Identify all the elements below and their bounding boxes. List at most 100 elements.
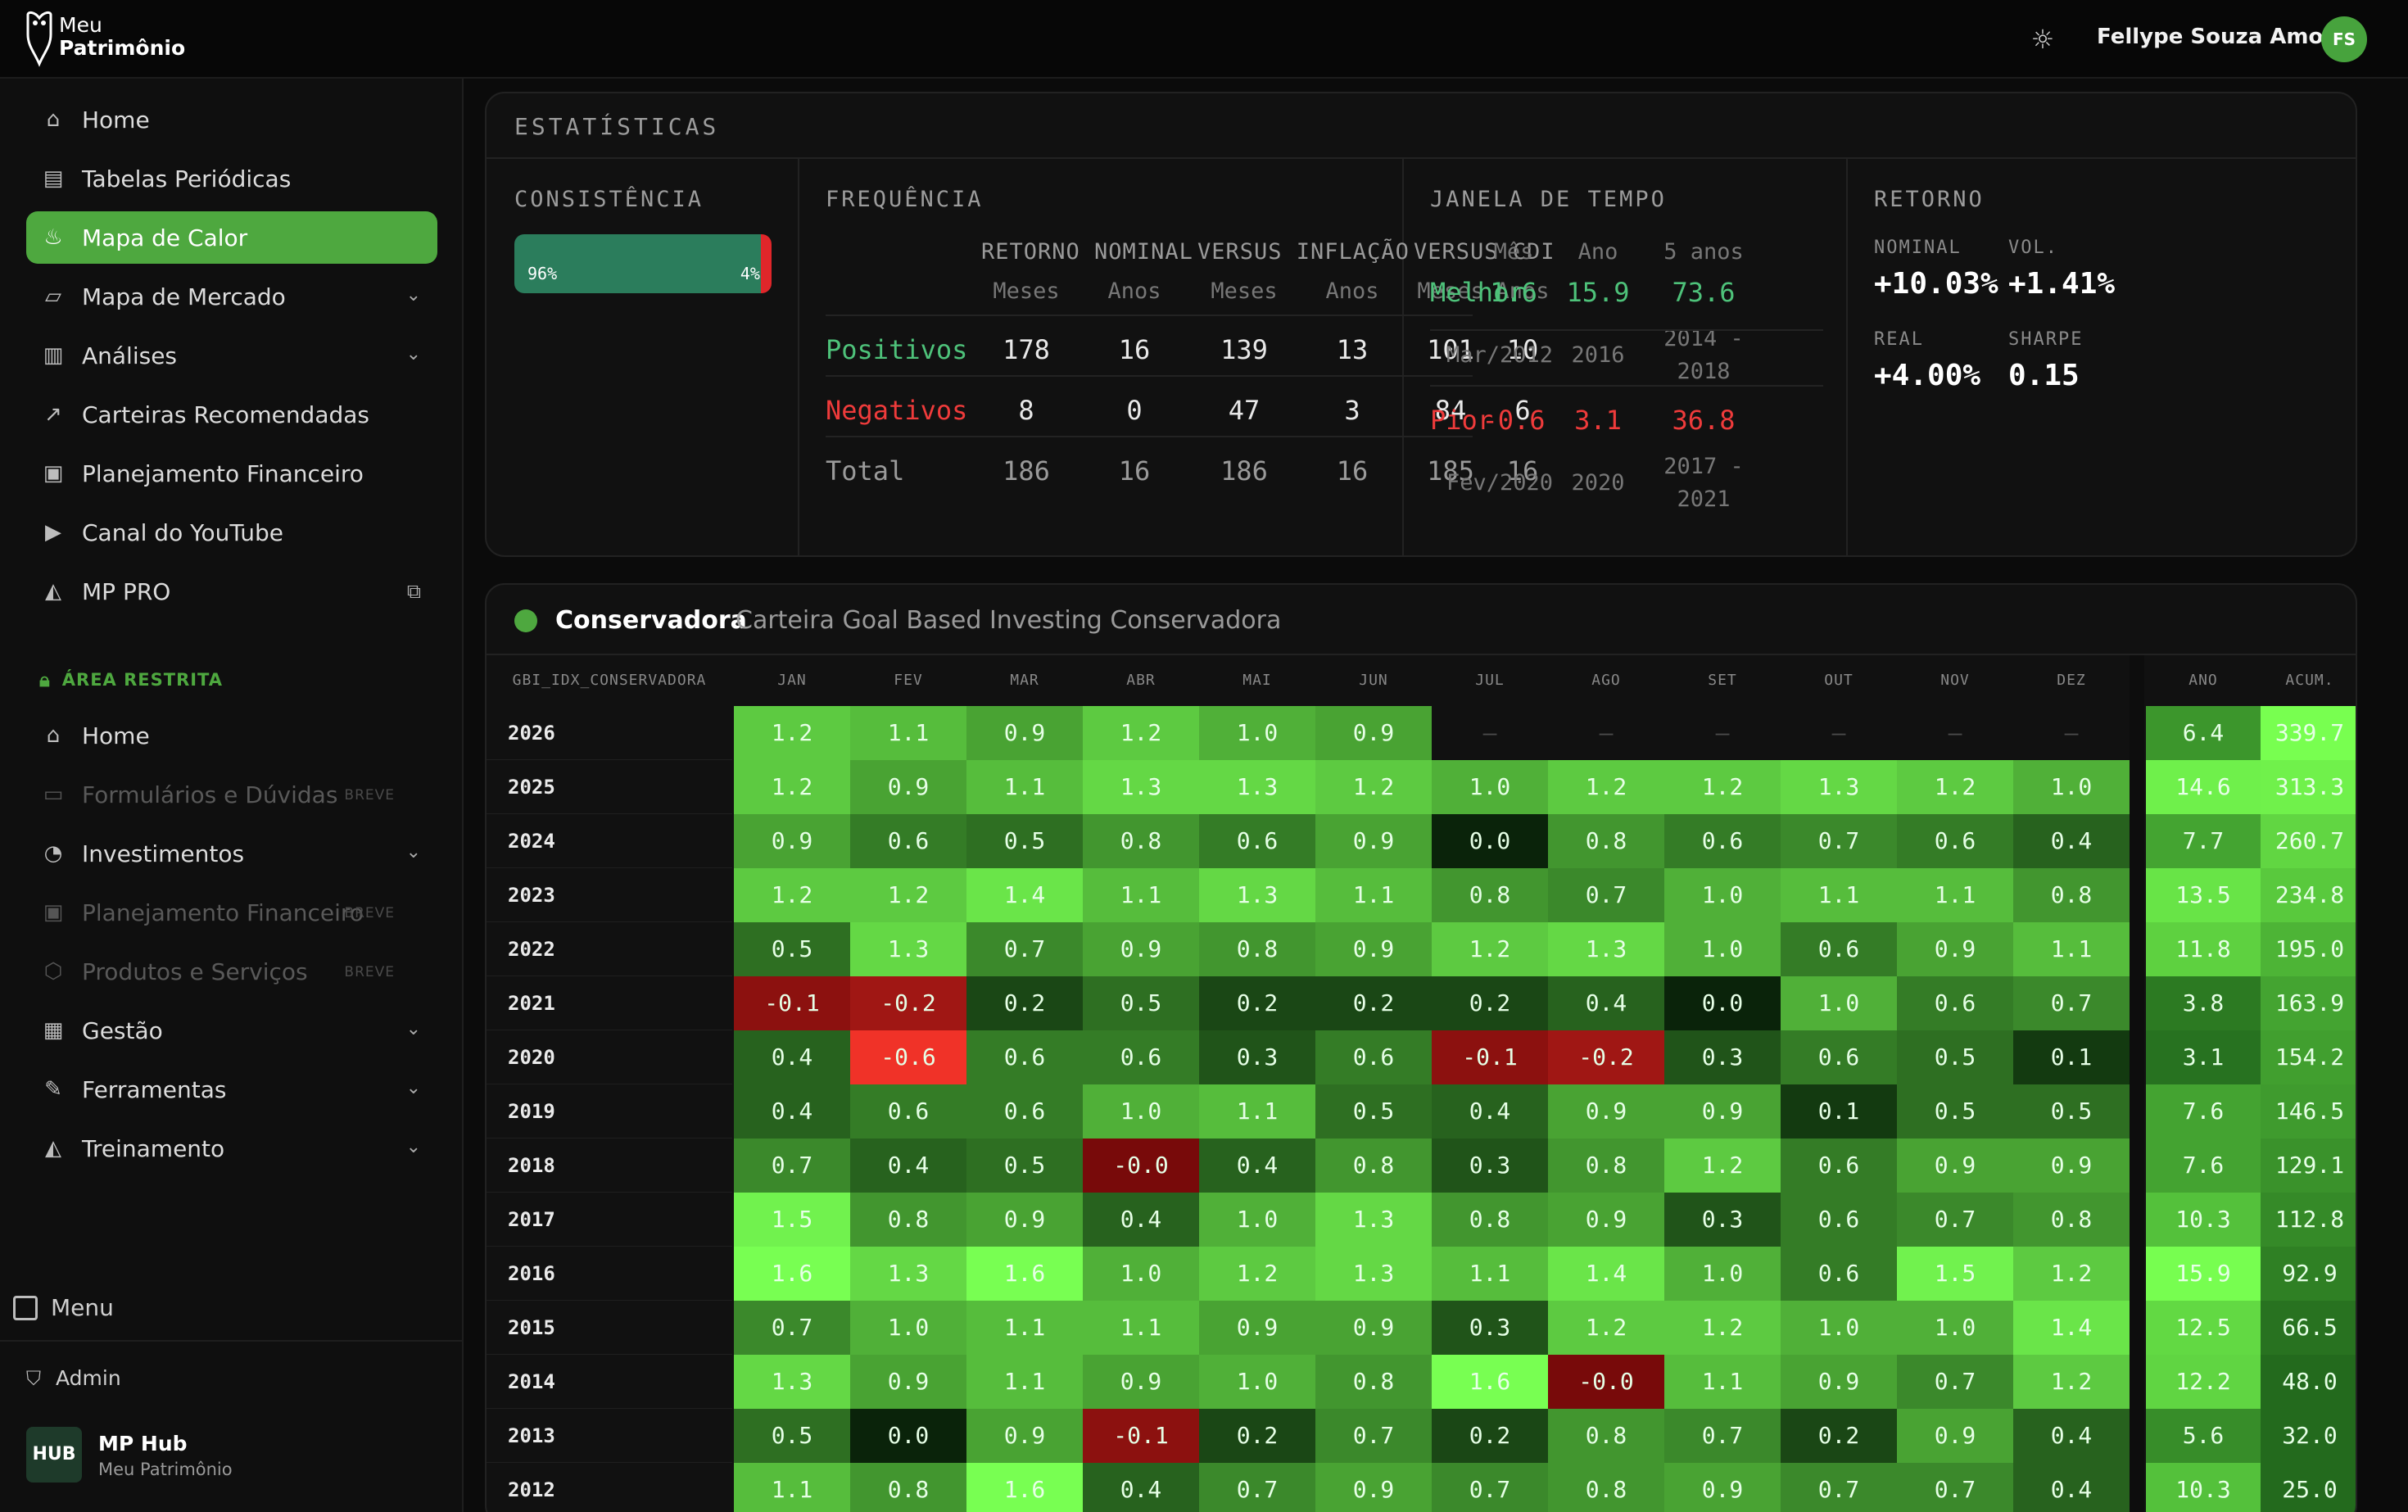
heatmap-cell[interactable]: -0.1 (1432, 1030, 1548, 1084)
acum-cell[interactable]: 260.7 (2261, 814, 2356, 868)
acum-cell[interactable]: 146.5 (2261, 1084, 2356, 1139)
heatmap-cell[interactable]: 0.5 (2013, 1084, 2130, 1139)
heatmap-cell[interactable]: 1.2 (1432, 922, 1548, 976)
heatmap-cell[interactable]: 0.2 (1781, 1409, 1897, 1463)
heatmap-cell[interactable]: 1.4 (966, 868, 1083, 922)
heatmap-cell[interactable]: 0.0 (1432, 814, 1548, 868)
heatmap-cell[interactable]: 0.8 (1548, 814, 1664, 868)
heatmap-cell[interactable]: — (1897, 706, 2013, 760)
acum-cell[interactable]: 48.0 (2261, 1355, 2356, 1409)
heatmap-cell[interactable]: 1.6 (966, 1247, 1083, 1301)
heatmap-cell[interactable]: 0.9 (1664, 1084, 1781, 1139)
heatmap-cell[interactable]: 0.9 (1781, 1355, 1897, 1409)
heatmap-cell[interactable]: 0.9 (2013, 1139, 2130, 1193)
heatmap-cell[interactable]: 0.8 (1432, 1193, 1548, 1247)
heatmap-cell[interactable]: 0.6 (1781, 1030, 1897, 1084)
hub-name[interactable]: MP Hub (98, 1432, 188, 1455)
heatmap-cell[interactable]: — (1664, 706, 1781, 760)
hub-logo[interactable]: HUB (26, 1427, 82, 1483)
heatmap-cell[interactable]: 0.9 (1315, 706, 1432, 760)
heatmap-cell[interactable]: 0.9 (1315, 922, 1432, 976)
heatmap-cell[interactable]: 0.3 (1432, 1139, 1548, 1193)
heatmap-cell[interactable]: 1.2 (734, 706, 850, 760)
heatmap-cell[interactable]: 0.4 (850, 1139, 966, 1193)
ano-cell[interactable]: 5.6 (2146, 1409, 2261, 1463)
heatmap-cell[interactable]: 1.3 (1315, 1193, 1432, 1247)
acum-cell[interactable]: 163.9 (2261, 976, 2356, 1030)
ano-cell[interactable]: 6.4 (2146, 706, 2261, 760)
heatmap-cell[interactable]: 0.7 (1781, 1463, 1897, 1512)
heatmap-cell[interactable]: 1.2 (1083, 706, 1199, 760)
heatmap-cell[interactable]: 0.4 (734, 1084, 850, 1139)
heatmap-cell[interactable]: 0.1 (1781, 1084, 1897, 1139)
heatmap-cell[interactable]: 0.9 (1548, 1193, 1664, 1247)
heatmap-cell[interactable]: 0.9 (1315, 814, 1432, 868)
heatmap-cell[interactable]: 0.9 (1315, 1463, 1432, 1512)
heatmap-cell[interactable]: 1.1 (1897, 868, 2013, 922)
heatmap-cell[interactable]: 0.7 (1897, 1463, 2013, 1512)
heatmap-cell[interactable]: 0.7 (1315, 1409, 1432, 1463)
heatmap-cell[interactable]: 0.7 (734, 1139, 850, 1193)
heatmap-cell[interactable]: 0.5 (966, 1139, 1083, 1193)
acum-cell[interactable]: 25.0 (2261, 1463, 2356, 1512)
heatmap-cell[interactable]: 1.0 (1664, 1247, 1781, 1301)
heatmap-cell[interactable]: 0.2 (1432, 976, 1548, 1030)
ano-cell[interactable]: 10.3 (2146, 1463, 2261, 1512)
heatmap-cell[interactable]: 0.7 (1897, 1193, 2013, 1247)
heatmap-cell[interactable]: 0.6 (850, 1084, 966, 1139)
heatmap-cell[interactable]: 1.2 (2013, 1355, 2130, 1409)
heatmap-cell[interactable]: 0.6 (966, 1030, 1083, 1084)
sidebar-item-produtos-e-servicos[interactable]: ⬡ Produtos e Serviços BREVE (26, 945, 437, 998)
heatmap-cell[interactable]: 0.9 (1083, 1355, 1199, 1409)
heatmap-cell[interactable]: 1.2 (1315, 760, 1432, 814)
heatmap-cell[interactable]: 0.6 (850, 814, 966, 868)
heatmap-cell[interactable]: 0.3 (1664, 1030, 1781, 1084)
heatmap-cell[interactable]: 1.2 (1664, 760, 1781, 814)
heatmap-cell[interactable]: 0.7 (1548, 868, 1664, 922)
heatmap-cell[interactable]: 0.3 (1199, 1030, 1315, 1084)
heatmap-cell[interactable]: 1.0 (1083, 1247, 1199, 1301)
heatmap-cell[interactable]: 0.5 (1083, 976, 1199, 1030)
ano-cell[interactable]: 3.1 (2146, 1030, 2261, 1084)
ano-cell[interactable]: 10.3 (2146, 1193, 2261, 1247)
heatmap-cell[interactable]: 1.2 (734, 868, 850, 922)
heatmap-cell[interactable]: 1.0 (1664, 922, 1781, 976)
heatmap-cell[interactable]: -0.1 (734, 976, 850, 1030)
heatmap-cell[interactable]: 0.4 (1083, 1193, 1199, 1247)
ano-cell[interactable]: 12.2 (2146, 1355, 2261, 1409)
ano-cell[interactable]: 3.8 (2146, 976, 2261, 1030)
heatmap-cell[interactable]: — (1432, 706, 1548, 760)
heatmap-cell[interactable]: 0.7 (2013, 976, 2130, 1030)
heatmap-cell[interactable]: 0.2 (1432, 1409, 1548, 1463)
heatmap-cell[interactable]: 1.3 (1083, 760, 1199, 814)
heatmap-cell[interactable]: 0.6 (1897, 814, 2013, 868)
sidebar-item-ferramentas[interactable]: ✎ Ferramentas ⌄ (26, 1063, 437, 1116)
acum-cell[interactable]: 66.5 (2261, 1301, 2356, 1355)
ano-cell[interactable]: 11.8 (2146, 922, 2261, 976)
heatmap-cell[interactable]: 1.1 (1083, 1301, 1199, 1355)
heatmap-cell[interactable]: 1.2 (2013, 1247, 2130, 1301)
heatmap-cell[interactable]: 0.4 (2013, 814, 2130, 868)
heatmap-cell[interactable]: 0.4 (2013, 1409, 2130, 1463)
sidebar-item-home[interactable]: ⌂ Home (26, 93, 437, 146)
heatmap-cell[interactable]: 0.5 (734, 1409, 850, 1463)
heatmap-cell[interactable]: 0.9 (1897, 1139, 2013, 1193)
heatmap-cell[interactable]: 0.5 (1897, 1030, 2013, 1084)
heatmap-cell[interactable]: 1.0 (1199, 706, 1315, 760)
heatmap-cell[interactable]: 0.5 (734, 922, 850, 976)
heatmap-cell[interactable]: 0.6 (1664, 814, 1781, 868)
admin-link[interactable]: ⛉ Admin (26, 1366, 121, 1390)
heatmap-cell[interactable]: 1.0 (1664, 868, 1781, 922)
heatmap-cell[interactable]: 0.9 (1315, 1301, 1432, 1355)
heatmap-cell[interactable]: 0.4 (1432, 1084, 1548, 1139)
heatmap-cell[interactable]: 0.9 (1897, 922, 2013, 976)
heatmap-cell[interactable]: 0.0 (850, 1409, 966, 1463)
heatmap-cell[interactable]: 1.3 (1199, 760, 1315, 814)
heatmap-cell[interactable]: 0.2 (966, 976, 1083, 1030)
heatmap-cell[interactable]: 0.5 (966, 814, 1083, 868)
heatmap-cell[interactable]: 1.1 (850, 706, 966, 760)
heatmap-cell[interactable]: 1.1 (1664, 1355, 1781, 1409)
heatmap-cell[interactable]: 0.8 (1315, 1355, 1432, 1409)
heatmap-cell[interactable]: 1.0 (1199, 1355, 1315, 1409)
heatmap-cell[interactable]: 1.1 (1315, 868, 1432, 922)
